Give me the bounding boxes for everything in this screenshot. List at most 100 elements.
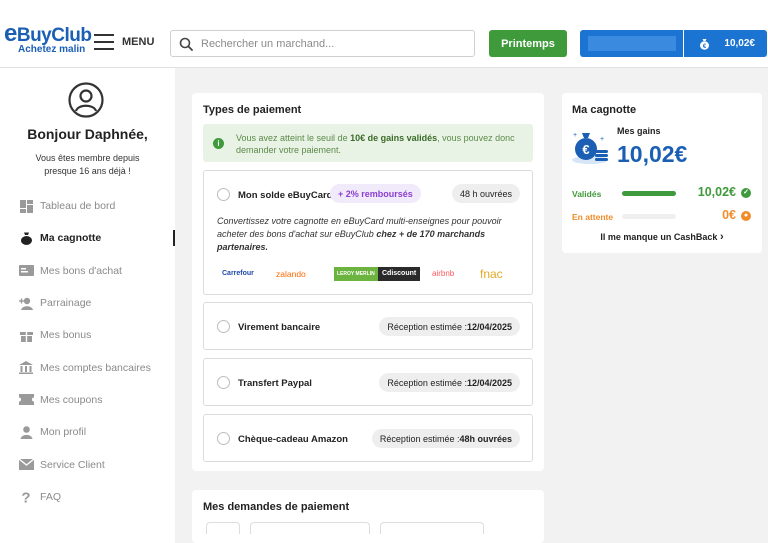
sidebar-item-label: Mon profil <box>40 426 87 439</box>
logo-tagline: Achetez malin <box>18 44 86 55</box>
info-text: Vous avez atteint le seuil de <box>236 133 351 143</box>
chevron-right-icon: › <box>719 231 724 243</box>
payment-requests-card: Mes demandes de paiement <box>192 490 544 543</box>
threshold-info: i Vous avez atteint le seuil de 10€ de g… <box>203 124 533 162</box>
voucher-icon <box>18 264 34 278</box>
member-since: Vous êtes membre depuis presque 16 ans d… <box>35 153 140 176</box>
money-bag-icon <box>18 231 34 245</box>
validated-progress <box>622 191 676 196</box>
sidebar-item-label: Parrainage <box>40 297 92 310</box>
sidebar: Bonjour Daphnée, Vous êtes membre depuis… <box>0 68 175 543</box>
validated-label: Validés <box>572 189 602 199</box>
bank-icon <box>18 361 34 375</box>
promo-button[interactable]: Printemps <box>489 30 567 57</box>
menu-label: MENU <box>122 36 155 48</box>
sidebar-item-service-client[interactable]: Service Client <box>18 448 175 480</box>
radio-paypal[interactable] <box>217 376 230 389</box>
sidebar-item-faq[interactable]: ? FAQ <box>18 481 175 513</box>
brand-cdiscount: Cdiscount <box>378 267 421 281</box>
sidebar-item-mes-bonus[interactable]: Mes bonus <box>18 319 175 351</box>
radio-amazon-giftcard[interactable] <box>217 432 230 445</box>
user-icon <box>18 425 34 439</box>
request-tab[interactable] <box>250 522 370 534</box>
option-label: Transfert Paypal <box>238 378 312 389</box>
missing-cashback-link[interactable]: Il me manque un CashBack › <box>562 231 762 243</box>
mail-icon <box>18 458 34 472</box>
reception-date: 12/04/2025 <box>466 377 512 388</box>
pending-label: En attente <box>572 212 614 222</box>
payment-types-title: Types de paiement <box>203 104 302 116</box>
brand-leroy-merlin: LEROY MERLIN <box>334 267 378 281</box>
payment-requests-title: Mes demandes de paiement <box>203 501 350 513</box>
wallet-title: Ma cagnotte <box>572 104 637 116</box>
sidebar-item-parrainage[interactable]: Parrainage <box>18 287 175 319</box>
option-paypal[interactable]: Transfert Paypal Réception estimée : 12/… <box>203 358 533 406</box>
svg-text:€: € <box>582 142 589 157</box>
svg-text:+: + <box>600 136 604 143</box>
dashboard-icon <box>18 199 34 213</box>
reception-label: Réception estimée : <box>379 433 460 444</box>
clock-icon: ● <box>741 211 751 221</box>
sidebar-item-tableau-de-bord[interactable]: Tableau de bord <box>18 190 175 222</box>
sidebar-item-ma-cagnotte[interactable]: Ma cagnotte <box>18 222 175 254</box>
sidebar-nav: Tableau de bord Ma cagnotte Mes bons d'ach… <box>18 190 175 513</box>
refund-badge: + 2% remboursés <box>330 184 421 203</box>
radio-bank-transfer[interactable] <box>217 320 230 333</box>
logo-text: BuyClub <box>16 25 92 46</box>
search-input[interactable] <box>201 37 461 50</box>
gains-amount: 10,02€ <box>617 141 688 167</box>
request-tab[interactable] <box>206 522 240 534</box>
sidebar-item-label: Tableau de bord <box>40 200 116 213</box>
info-bold: 10€ de gains validés <box>350 133 438 143</box>
account-name-redacted <box>588 36 676 51</box>
request-tab[interactable] <box>380 522 484 534</box>
option-ebuycard[interactable]: Mon solde eBuyCard + 2% remboursés 48 h … <box>203 170 533 295</box>
reception-pill: Réception estimée : 12/04/2025 <box>379 373 520 392</box>
menu-button[interactable]: MENU <box>94 34 154 50</box>
greeting: Bonjour Daphnée, <box>27 126 148 142</box>
option-description: Convertissez votre cagnotte en eBuyCard … <box>217 215 517 254</box>
logo-e: e <box>4 20 17 47</box>
option-label: Virement bancaire <box>238 322 321 333</box>
ebuyclub-logo[interactable]: eBuyClub Achetez malin <box>4 22 92 56</box>
option-amazon-giftcard[interactable]: Chèque-cadeau Amazon Réception estimée :… <box>203 414 533 462</box>
sidebar-item-label: Ma cagnotte <box>40 232 102 245</box>
sidebar-item-mes-coupons[interactable]: Mes coupons <box>18 384 175 416</box>
reception-label: Réception estimée : <box>387 321 467 332</box>
option-bank-transfer[interactable]: Virement bancaire Réception estimée : 12… <box>203 302 533 350</box>
check-icon: ✓ <box>741 188 751 198</box>
balance-button[interactable]: € 10,02€ <box>684 30 767 57</box>
search-bar[interactable] <box>170 30 475 57</box>
avatar-icon <box>68 82 104 118</box>
svg-text:+: + <box>573 132 577 139</box>
option-label: Mon solde eBuyCard <box>238 190 333 201</box>
question-icon: ? <box>18 490 34 504</box>
top-header: eBuyClub Achetez malin MENU Printemps € … <box>0 0 768 68</box>
reception-date: 12/04/2025 <box>466 321 512 332</box>
info-icon: i <box>213 138 224 149</box>
balance-amount: 10,02€ <box>724 38 755 49</box>
add-user-icon <box>18 296 34 310</box>
option-label: Chèque-cadeau Amazon <box>238 434 348 445</box>
gift-icon <box>18 328 34 342</box>
sidebar-item-label: Mes bonus <box>40 329 92 342</box>
sidebar-item-mes-comptes-bancaires[interactable]: Mes comptes bancaires <box>18 351 175 383</box>
money-bag-icon: € <box>700 38 710 49</box>
sidebar-item-label: Service Client <box>40 458 105 471</box>
pending-progress <box>622 214 676 219</box>
account-button[interactable] <box>580 30 683 57</box>
pending-value: 0€ <box>722 208 736 222</box>
hamburger-icon <box>94 34 114 50</box>
payment-types-card: Types de paiement i Vous avez atteint le… <box>192 93 544 471</box>
partner-brands: Carrefour zalando LEROY MERLIN Cdiscount… <box>222 267 522 281</box>
brand-carrefour: Carrefour <box>222 270 254 277</box>
sidebar-item-mes-bons-d-achat[interactable]: Mes bons d'achat <box>18 255 175 287</box>
reception-date: 48h ouvrées <box>459 433 512 444</box>
money-stack-icon: € + + <box>572 132 608 164</box>
delay-pill: 48 h ouvrées <box>451 184 520 203</box>
radio-ebuycard[interactable] <box>217 188 230 201</box>
gains-label: Mes gains <box>617 126 661 136</box>
coupon-icon <box>18 393 34 407</box>
sidebar-item-label: Mes bons d'achat <box>40 264 122 277</box>
sidebar-item-mon-profil[interactable]: Mon profil <box>18 416 175 448</box>
